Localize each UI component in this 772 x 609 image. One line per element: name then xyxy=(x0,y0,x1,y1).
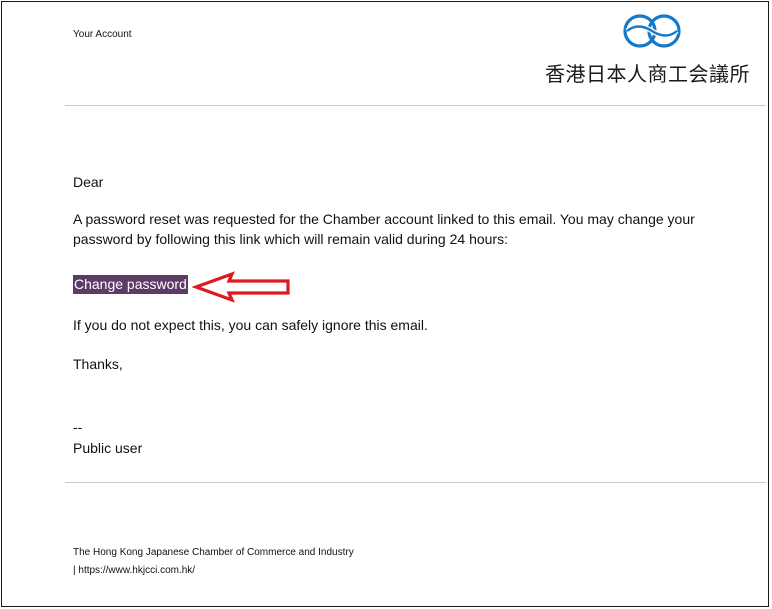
link-row: Change password xyxy=(73,274,188,294)
chamber-logo: 香港日本人商工会議所 xyxy=(540,12,764,90)
hkjcci-wave-logo-icon xyxy=(623,14,681,48)
signature-separator: -- xyxy=(73,419,83,435)
email-frame: Your Account 香港日本人商工会議所 Dear A password … xyxy=(1,1,769,607)
reset-message: A password reset was requested for the C… xyxy=(73,211,695,247)
footer-divider xyxy=(65,482,766,483)
account-label: Your Account xyxy=(73,29,132,40)
ignore-notice: If you do not expect this, you can safel… xyxy=(73,317,428,333)
chamber-logo-text: 香港日本人商工会議所 xyxy=(545,62,750,86)
footer-website-link[interactable]: | https://www.hkjcci.com.hk/ xyxy=(73,565,195,576)
footer-organization: The Hong Kong Japanese Chamber of Commer… xyxy=(73,547,354,558)
signature-name: Public user xyxy=(73,440,143,456)
change-password-link[interactable]: Change password xyxy=(73,275,188,294)
thanks-text: Thanks, xyxy=(73,356,123,372)
red-arrow-left-icon xyxy=(192,271,290,303)
header-divider xyxy=(65,105,766,106)
greeting: Dear xyxy=(73,174,104,190)
